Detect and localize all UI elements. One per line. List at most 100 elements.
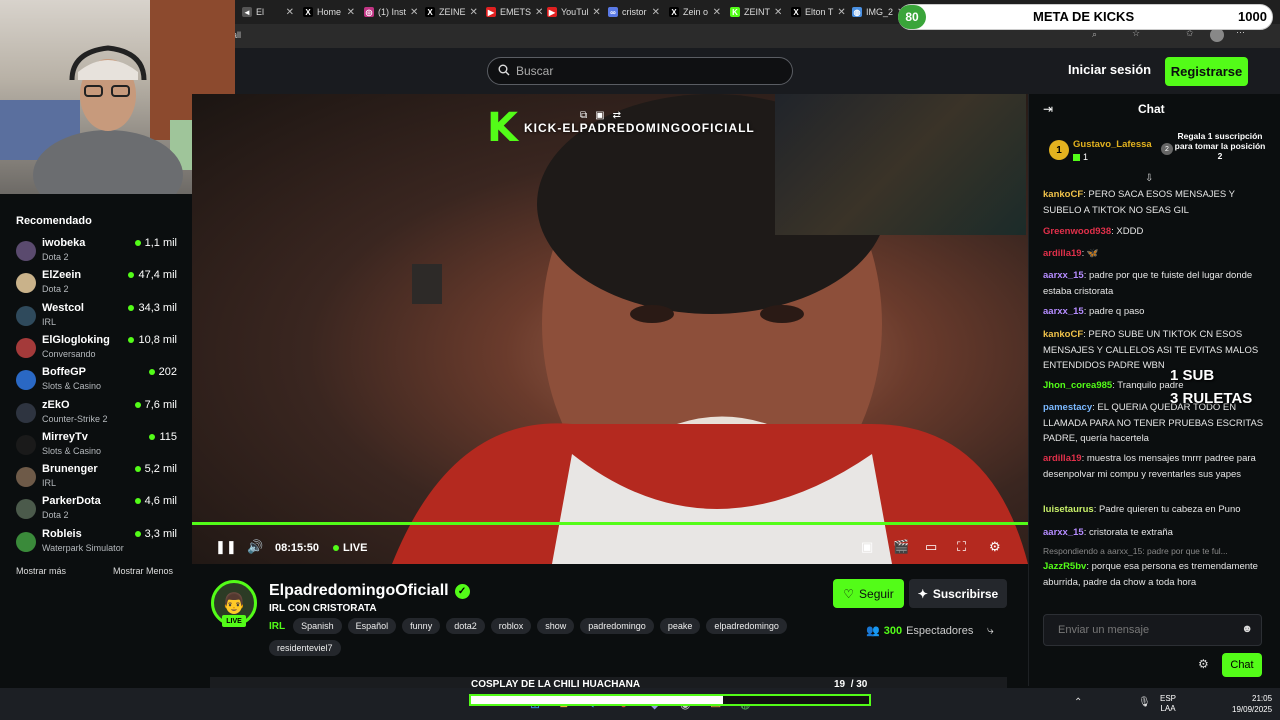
register-button[interactable]: Registrarse: [1165, 57, 1248, 86]
sidebar-item-category: Dota 2: [42, 284, 69, 295]
browser-tab-label: ZEINE: [439, 7, 466, 17]
tag-chip[interactable]: residenteviel7: [269, 640, 341, 656]
sidebar-item-viewers: 3,3 mil: [134, 528, 177, 540]
clip-icon[interactable]: ▣: [595, 110, 604, 121]
tag-chip[interactable]: funny: [402, 618, 441, 634]
close-tab-icon[interactable]: ✕: [286, 7, 294, 18]
volume-icon[interactable]: 🔊: [247, 539, 263, 555]
show-more-link[interactable]: Mostrar más: [16, 566, 66, 576]
chat-username[interactable]: aarxx_15: [1043, 527, 1084, 538]
sidebar-item-viewers: 1,1 mil: [134, 237, 177, 249]
sidebar-item-brunenger[interactable]: Brunenger IRL 5,2 mil: [16, 463, 186, 493]
chat-username[interactable]: luisetaurus: [1043, 504, 1094, 515]
mic-icon[interactable]: 🎙: [1138, 697, 1151, 708]
star-icon: ✦: [917, 586, 928, 601]
sidebar-item-elzeein[interactable]: ElZeein Dota 2 47,4 mil: [16, 269, 186, 299]
browser-tab[interactable]: ▶ YouTul ✕: [543, 2, 603, 22]
browser-tab[interactable]: X Elton T ✕: [787, 2, 847, 22]
subscribe-button[interactable]: ✦ Suscribirse: [909, 579, 1007, 608]
chat-message: JazzR5bv: porque esa persona es tremenda…: [1043, 561, 1258, 588]
sidebar-item-robleis[interactable]: Robleis Waterpark Simulator 3,3 mil: [16, 528, 186, 558]
fullscreen-icon[interactable]: ⛶: [957, 539, 966, 555]
close-tab-icon[interactable]: ✕: [410, 7, 418, 18]
browser-tab[interactable]: K ZEINT ✕: [726, 2, 786, 22]
close-tab-icon[interactable]: ✕: [535, 7, 542, 18]
chat-username[interactable]: JazzR5bv: [1043, 561, 1086, 572]
live-dot-icon: [134, 466, 141, 473]
tag-chip[interactable]: Español: [347, 618, 397, 634]
collapse-chat-icon[interactable]: ⇥: [1043, 102, 1053, 116]
sidebar-item-boffegp[interactable]: BoffeGP Slots & Casino 202: [16, 366, 186, 396]
chat-username[interactable]: kankoCF: [1043, 329, 1083, 340]
chat-input[interactable]: Enviar un mensaje ☻: [1043, 614, 1262, 646]
chat-username[interactable]: Greenwood938: [1043, 226, 1111, 237]
chat-username[interactable]: kankoCF: [1043, 189, 1083, 200]
screenshot-icon[interactable]: ⧉: [580, 110, 587, 121]
mini-player-icon[interactable]: ▭: [925, 539, 937, 555]
sidebar-item-mirreytv[interactable]: MirreyTv Slots & Casino 115: [16, 431, 186, 461]
browser-tab[interactable]: ▶ EMETS ✕: [482, 2, 542, 22]
system-clock[interactable]: 21:05 19/09/2025: [1232, 693, 1272, 715]
close-tab-icon[interactable]: ✕: [470, 7, 478, 18]
sidebar-item-iwobeka[interactable]: iwobeka Dota 2 1,1 mil: [16, 237, 186, 267]
chat-username[interactable]: ardilla19: [1043, 248, 1082, 259]
browser-tab-label: YouTul: [561, 7, 589, 17]
tag-chip[interactable]: elpadredomingo: [706, 618, 787, 634]
live-dot-icon: [134, 498, 141, 505]
share-icon[interactable]: ⤷: [987, 623, 994, 638]
close-tab-icon[interactable]: ✕: [652, 7, 660, 18]
browser-tab-label: ZEINT: [744, 7, 770, 17]
zoom-icon[interactable]: ⌕: [1092, 29, 1097, 40]
sidebar-title: Recomendado: [16, 215, 92, 227]
tag-chip[interactable]: Spanish: [293, 618, 342, 634]
follow-button[interactable]: ♡ Seguir: [833, 579, 904, 608]
close-tab-icon[interactable]: ✕: [592, 7, 600, 18]
tray-chevron-icon[interactable]: ⌃: [1074, 697, 1082, 708]
emoji-icon[interactable]: ☻: [1241, 623, 1253, 635]
profile-avatar[interactable]: [1210, 28, 1224, 42]
chat-username[interactable]: ardilla19: [1043, 453, 1082, 464]
video-progress-bar[interactable]: [192, 522, 1028, 525]
chat-username[interactable]: aarxx_15: [1043, 270, 1084, 281]
close-tab-icon[interactable]: ✕: [713, 7, 721, 18]
tag-chip[interactable]: roblox: [490, 618, 532, 634]
pin-toggle-icon[interactable]: ⇩: [1145, 173, 1153, 184]
leader-user[interactable]: Gustavo_Lafessa: [1073, 139, 1152, 150]
tag-chip[interactable]: peake: [659, 618, 701, 634]
browser-tab[interactable]: X Zein o ✕: [665, 2, 725, 22]
sidebar-item-zeko[interactable]: zEkO Counter-Strike 2 7,6 mil: [16, 399, 186, 429]
viewer-count-text: 47,4 mil: [138, 269, 177, 282]
close-tab-icon[interactable]: ✕: [774, 7, 782, 18]
browser-tab[interactable]: X Home ✕: [299, 2, 359, 22]
language-indicator[interactable]: ESP LAA: [1160, 694, 1176, 714]
sidebar-item-viewers: 7,6 mil: [134, 399, 177, 411]
translate-icon[interactable]: ⇄: [613, 110, 621, 121]
close-tab-icon[interactable]: ✕: [347, 7, 355, 18]
chat-settings-icon[interactable]: ⚙: [1198, 657, 1209, 671]
pause-icon[interactable]: ❚❚: [215, 539, 237, 555]
sidebar-item-parkerdota[interactable]: ParkerDota Dota 2 4,6 mil: [16, 495, 186, 525]
category-link[interactable]: IRL: [269, 621, 285, 632]
chat-send-button[interactable]: Chat: [1222, 653, 1262, 677]
chat-username[interactable]: pamestacy: [1043, 402, 1092, 413]
browser-tab[interactable]: X ZEINE ✕: [421, 2, 481, 22]
search-input[interactable]: Buscar: [487, 57, 793, 85]
browser-tab[interactable]: ◎ (1) Inst ✕: [360, 2, 420, 22]
channel-name[interactable]: ElpadredomingoOficiall ✓: [269, 582, 470, 600]
chat-username[interactable]: aarxx_15: [1043, 306, 1084, 317]
tag-chip[interactable]: dota2: [446, 618, 485, 634]
theater-mode-icon[interactable]: ▣: [861, 539, 873, 555]
sidebar-item-elglogloking[interactable]: ElGlogloking Conversando 10,8 mil: [16, 334, 186, 364]
login-button[interactable]: Iniciar sesión: [1068, 62, 1151, 77]
sidebar-item-westcol[interactable]: Westcol IRL 34,3 mil: [16, 302, 186, 332]
browser-tab[interactable]: ∞ cristor ✕: [604, 2, 664, 22]
clip-button-icon[interactable]: 🎬: [893, 539, 909, 555]
x-icon: X: [669, 7, 679, 17]
tag-chip[interactable]: padredomingo: [580, 618, 654, 634]
browser-tab[interactable]: ◄ El ✕: [238, 2, 298, 22]
settings-gear-icon[interactable]: ⚙: [989, 539, 1001, 555]
close-tab-icon[interactable]: ✕: [837, 7, 845, 18]
show-less-link[interactable]: Mostrar Menos: [113, 566, 173, 576]
tag-chip[interactable]: show: [537, 618, 575, 634]
chat-username[interactable]: Jhon_corea985: [1043, 380, 1112, 391]
